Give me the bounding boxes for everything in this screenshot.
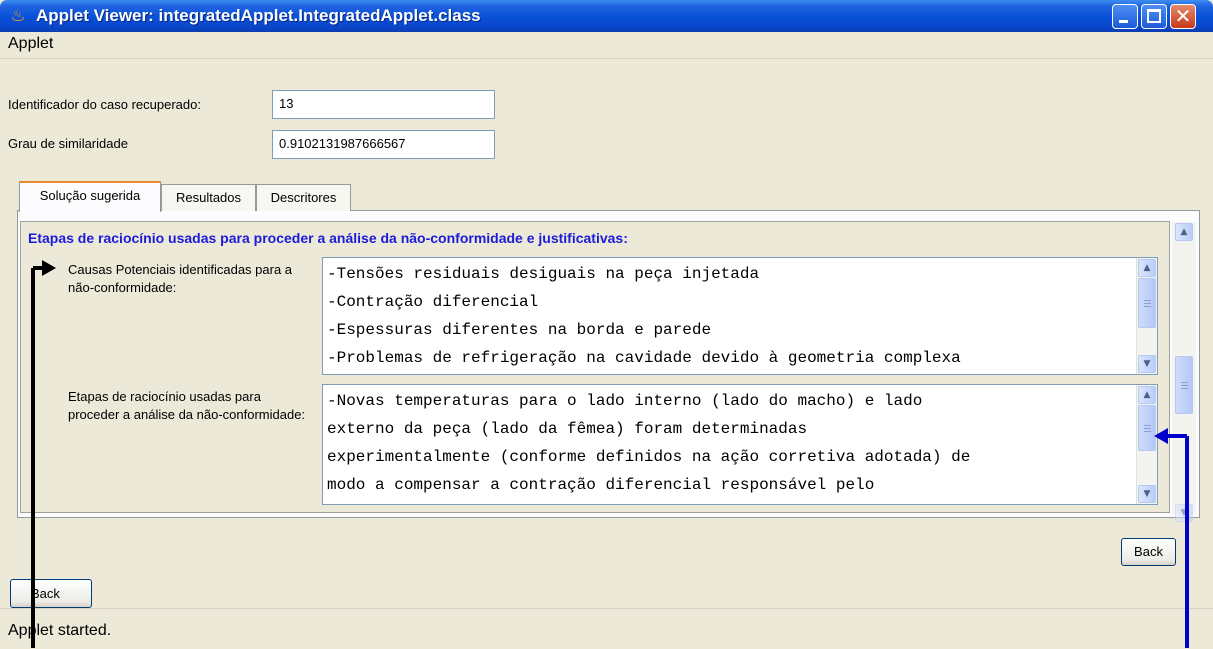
black-annotation-arrow [31, 260, 56, 648]
tab-solucao-sugerida[interactable]: Solução sugerida [19, 181, 161, 212]
blue-annotation-arrow [1154, 428, 1189, 648]
annotation-arrows [31, 260, 1189, 648]
